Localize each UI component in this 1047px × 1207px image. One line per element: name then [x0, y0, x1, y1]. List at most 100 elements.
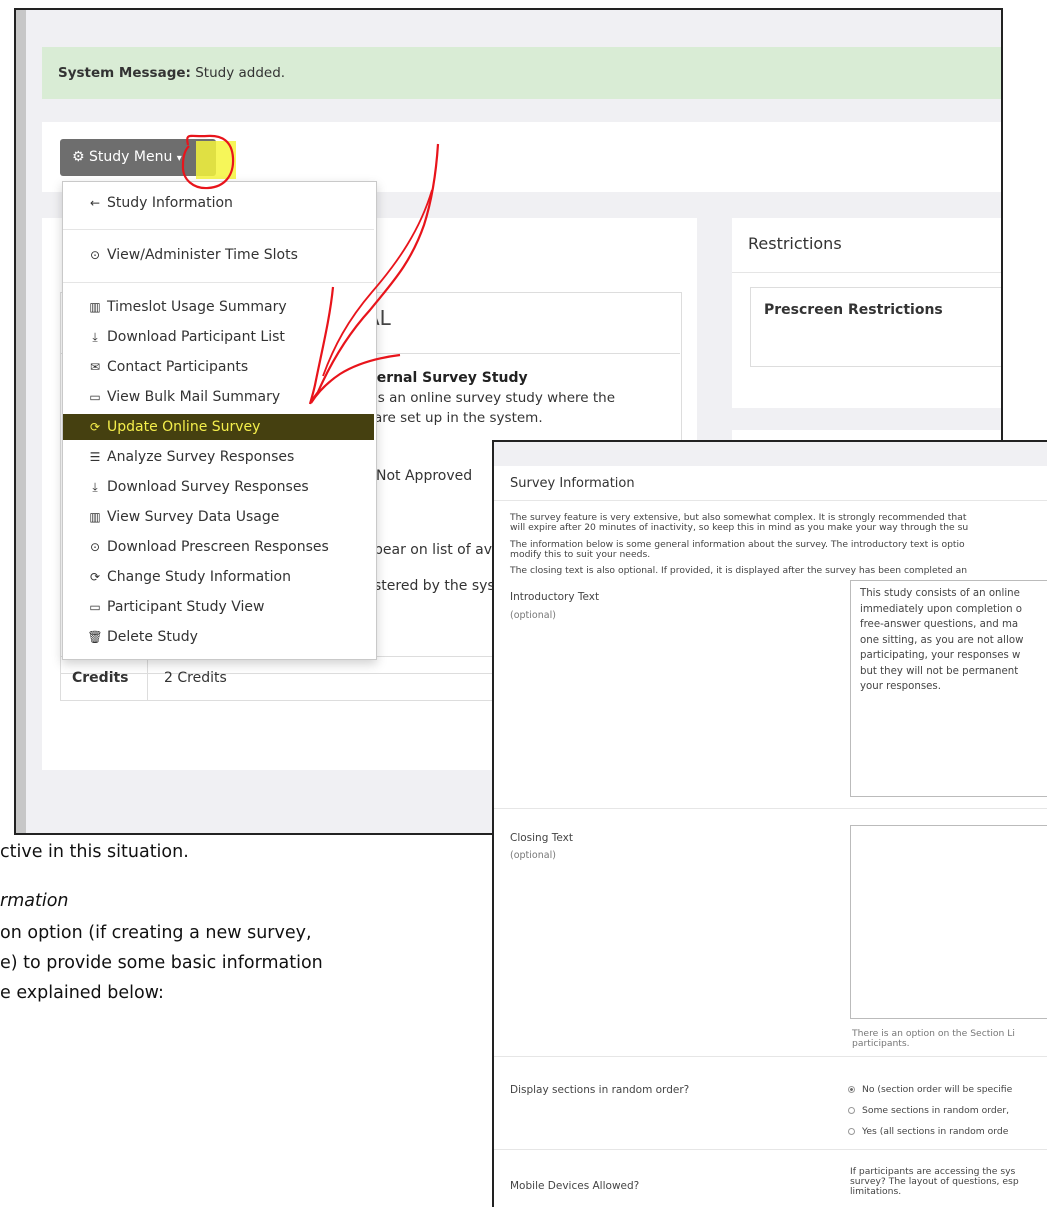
- info-text: will expire after 20 minutes of inactivi…: [510, 522, 969, 533]
- mobile-help: limitations.: [850, 1186, 902, 1197]
- menu-item-bulk-mail[interactable]: ▭ View Bulk Mail Summary: [63, 384, 374, 410]
- menu-item-contact-participants[interactable]: ✉ Contact Participants: [63, 354, 374, 380]
- menu-item-label: View Survey Data Usage: [107, 509, 280, 525]
- menu-item-label: Download Participant List: [107, 329, 285, 345]
- random-option-no[interactable]: No (section order will be specifie: [848, 1084, 1012, 1095]
- doc-text-line: on option (if creating a new survey,: [0, 923, 312, 943]
- radio-icon: [848, 1128, 855, 1135]
- credits-value: 2 Credits: [164, 670, 227, 686]
- info-text: modify this to suit your needs.: [510, 549, 651, 560]
- menu-item-label: Download Prescreen Responses: [107, 539, 329, 555]
- menu-item-label: Download Survey Responses: [107, 479, 309, 495]
- intro-line: one sitting, as you are not allow: [860, 634, 1024, 646]
- menu-item-download-prescreen[interactable]: ⊙ Download Prescreen Responses: [63, 534, 374, 560]
- study-type-title: ternal Survey Study: [370, 370, 528, 386]
- left-scroll-track: [16, 10, 26, 833]
- intro-line: your responses.: [860, 681, 941, 692]
- menu-divider: [63, 282, 374, 283]
- random-option-yes[interactable]: Yes (all sections in random orde: [848, 1126, 1008, 1137]
- study-menu-dropdown: ← Study Information ⊙ View/Administer Time…: [62, 181, 377, 660]
- intro-text-value: This study consists of an online immedia…: [860, 586, 1023, 695]
- survey-information-screenshot: Survey Information The survey feature is…: [492, 440, 1047, 1207]
- menu-item-label: Contact Participants: [107, 359, 249, 375]
- study-menu-label: Study Menu: [89, 149, 173, 165]
- bar-chart-icon: ▥: [89, 510, 101, 524]
- menu-item-label: Change Study Information: [107, 569, 291, 585]
- divider: [494, 1056, 1047, 1057]
- menu-item-survey-data-usage[interactable]: ▥ View Survey Data Usage: [63, 504, 374, 530]
- radio-selected-icon: [848, 1086, 855, 1093]
- divider: [494, 808, 1047, 809]
- intro-line: This study consists of an online: [860, 588, 1020, 599]
- menu-item-participant-view[interactable]: ▭ Participant Study View: [63, 594, 374, 620]
- administration-info: stered by the syst: [374, 578, 501, 594]
- study-menu-button[interactable]: ⚙ Study Menu ▾: [60, 139, 216, 176]
- restrictions-title: Restrictions: [748, 234, 842, 253]
- closing-text-label: Closing Text: [510, 832, 573, 844]
- doc-section-heading: rmation: [0, 891, 69, 911]
- menu-item-label: Study Information: [107, 195, 233, 211]
- radio-label: Some sections in random order,: [862, 1105, 1010, 1116]
- radio-label: No (section order will be specifie: [862, 1084, 1013, 1095]
- menu-item-label: Analyze Survey Responses: [107, 449, 295, 465]
- menu-item-label: Participant Study View: [107, 599, 265, 615]
- radio-icon: [848, 1107, 855, 1114]
- system-message-text: Study added.: [190, 65, 286, 81]
- menu-item-timeslot-usage[interactable]: ▥ Timeslot Usage Summary: [63, 294, 374, 320]
- system-message-label: System Message:: [58, 65, 191, 81]
- menu-item-label: Delete Study: [107, 629, 198, 645]
- credits-divider: [147, 656, 148, 701]
- arrow-left-icon: ←: [89, 196, 101, 210]
- refresh-icon: ⟳: [89, 570, 101, 584]
- intro-optional-label: (optional): [510, 610, 556, 621]
- circle-down-icon: ⊙: [89, 540, 101, 554]
- trash-icon: 🗑: [87, 630, 103, 644]
- menu-item-label: Timeslot Usage Summary: [107, 299, 287, 315]
- menu-item-change-study-info[interactable]: ⟳ Change Study Information: [63, 564, 374, 590]
- closing-optional-label: (optional): [510, 850, 556, 861]
- doc-text-line: e) to provide some basic information: [0, 953, 323, 973]
- gears-icon: ⚙: [72, 149, 85, 165]
- menu-item-analyze-responses[interactable]: ☰ Analyze Survey Responses: [63, 444, 374, 470]
- list-icon: ☰: [89, 450, 101, 464]
- download-icon: ⤓: [92, 480, 98, 494]
- system-message: System Message: Study added.: [42, 47, 1001, 99]
- menu-divider: [63, 229, 374, 230]
- radio-label: Yes (all sections in random orde: [862, 1126, 1009, 1137]
- top-bar: [494, 442, 1047, 466]
- mobile-allowed-label: Mobile Devices Allowed?: [510, 1180, 640, 1192]
- listing-info: pear on list of ava: [374, 542, 501, 558]
- menu-item-label: View/Administer Time Slots: [107, 247, 298, 263]
- menu-item-time-slots[interactable]: ⊙ View/Administer Time Slots: [63, 242, 374, 268]
- envelope-icon: ✉: [89, 360, 101, 374]
- approval-status: Not Approved: [376, 468, 473, 484]
- intro-line: participating, your responses w: [860, 650, 1021, 661]
- divider: [732, 272, 1001, 273]
- study-description-line: are set up in the system.: [374, 410, 543, 426]
- credits-label: Credits: [72, 670, 129, 686]
- download-icon: ⤓: [92, 330, 98, 344]
- menu-item-label: Update Online Survey: [107, 419, 261, 435]
- refresh-icon: ⟳: [89, 420, 101, 434]
- caret-down-icon: ▾: [176, 153, 182, 164]
- menu-item-delete-study[interactable]: 🗑 Delete Study: [63, 624, 374, 650]
- menu-item-label: View Bulk Mail Summary: [107, 389, 281, 405]
- survey-information-title: Survey Information: [510, 476, 635, 491]
- yellow-highlight-mark: [196, 141, 236, 179]
- info-text: The closing text is also optional. If pr…: [510, 565, 968, 576]
- menu-item-study-information[interactable]: ← Study Information: [63, 190, 374, 216]
- random-option-some[interactable]: Some sections in random order,: [848, 1105, 1009, 1116]
- doc-text-line: e explained below:: [0, 983, 164, 1003]
- study-description-line: is an online survey study where the: [374, 390, 616, 406]
- divider: [494, 1149, 1047, 1150]
- bar-chart-icon: ▥: [89, 300, 101, 314]
- laptop-icon: ▭: [89, 600, 101, 614]
- intro-line: immediately upon completion o: [860, 603, 1023, 615]
- prescreen-box: [750, 287, 1001, 367]
- menu-item-update-online-survey[interactable]: ⟳ Update Online Survey: [63, 414, 374, 440]
- doc-text-line: ctive in this situation.: [0, 842, 189, 862]
- closing-text-field[interactable]: [850, 825, 1047, 1019]
- menu-item-download-participants[interactable]: ⤓ Download Participant List: [63, 324, 374, 350]
- intro-text-label: Introductory Text: [510, 591, 600, 603]
- menu-item-download-responses[interactable]: ⤓ Download Survey Responses: [63, 474, 374, 500]
